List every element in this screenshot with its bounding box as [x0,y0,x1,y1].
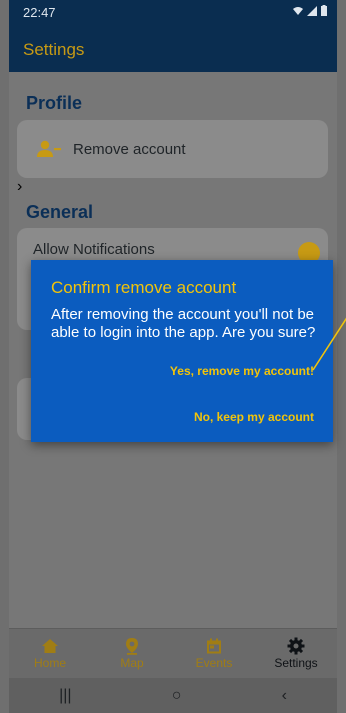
user-minus-icon [37,140,61,157]
wifi-icon [293,6,303,15]
nav-item-map[interactable]: Map [91,629,173,679]
signal-icon [307,5,317,16]
status-bar: 22:47 [9,0,337,25]
cancel-keep-button[interactable]: No, keep my account [194,410,314,424]
dialog-message: After removing the account you'll not be… [51,306,316,341]
recents-button[interactable]: ||| [59,687,71,705]
allow-notifications-label: Allow Notifications [33,241,155,258]
remove-account-label: Remove account [73,140,186,158]
page-title: Settings [23,40,85,59]
nav-item-settings[interactable]: Settings [255,629,337,679]
gear-icon [287,637,305,655]
nav-label-home: Home [33,656,66,670]
calendar-icon [207,638,221,654]
remove-account-row[interactable]: Remove account › [17,120,328,195]
app-bar: Settings [9,25,337,72]
confirm-remove-button[interactable]: Yes, remove my account! [170,364,314,378]
nav-label-settings: Settings [274,656,318,670]
home-icon [42,639,58,653]
nav-label-events: Events [195,656,233,670]
phone-screen: 22:47 Settings Profile Remove account › … [0,0,346,713]
nav-item-home[interactable]: Home [9,629,91,679]
nav-label-map: Map [120,656,144,670]
map-pin-icon [126,638,138,655]
status-icons [292,5,327,16]
home-button[interactable]: ○ [172,687,182,705]
dialog-title: Confirm remove account [51,278,237,297]
section-title-profile: Profile [26,93,83,113]
nav-item-events[interactable]: Events [173,629,255,679]
system-nav-bar: ||| ○ ‹ [9,678,337,713]
section-title-general: General [26,202,94,222]
battery-icon [321,5,327,16]
status-time: 22:47 [23,5,56,20]
back-button[interactable]: ‹ [282,687,287,705]
confirm-dialog: Confirm remove account After removing th… [31,260,333,442]
chevron-right-icon: › [17,178,23,195]
bottom-nav: Home Map Events Settings [9,628,337,679]
pointer-line [312,317,346,371]
